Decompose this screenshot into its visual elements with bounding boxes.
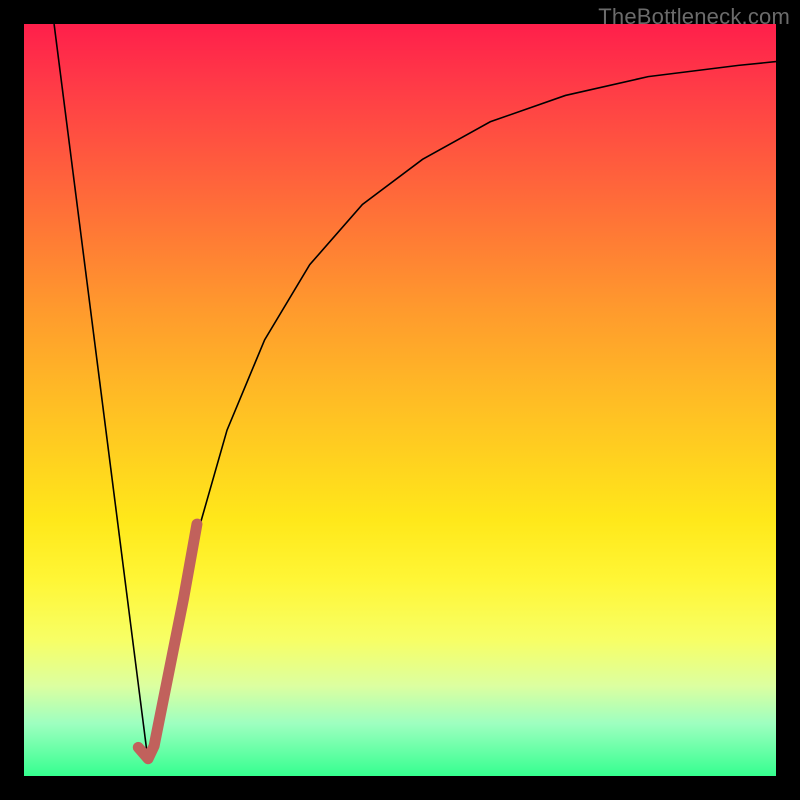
series-highlight-hook [138,524,197,759]
series-left-descent [54,24,148,761]
plot-area [24,24,776,776]
series-right-curve [148,62,776,761]
chart-frame: TheBottleneck.com [0,0,800,800]
chart-svg [24,24,776,776]
